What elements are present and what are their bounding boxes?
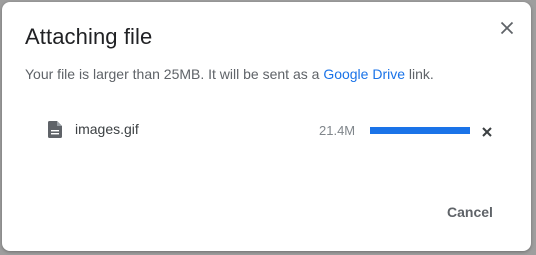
dialog-title: Attaching file bbox=[25, 24, 153, 49]
attachment-row: images.gif 21.4M bbox=[48, 118, 498, 142]
message-suffix: link. bbox=[405, 66, 434, 82]
remove-attachment-button[interactable] bbox=[481, 125, 493, 137]
upload-progress-fill bbox=[370, 127, 470, 134]
cancel-button[interactable]: Cancel bbox=[435, 198, 505, 226]
close-icon bbox=[500, 21, 514, 35]
file-icon bbox=[48, 121, 62, 138]
file-name: images.gif bbox=[75, 121, 139, 137]
upload-progress-bar bbox=[370, 127, 470, 134]
attaching-file-dialog: Attaching file Your file is larger than … bbox=[2, 2, 531, 251]
file-size: 21.4M bbox=[319, 123, 356, 138]
google-drive-link[interactable]: Google Drive bbox=[323, 66, 405, 82]
dialog-message: Your file is larger than 25MB. It will b… bbox=[25, 66, 434, 82]
message-prefix: Your file is larger than 25MB. It will b… bbox=[25, 66, 324, 82]
close-button[interactable] bbox=[496, 17, 518, 39]
remove-icon bbox=[482, 127, 492, 137]
